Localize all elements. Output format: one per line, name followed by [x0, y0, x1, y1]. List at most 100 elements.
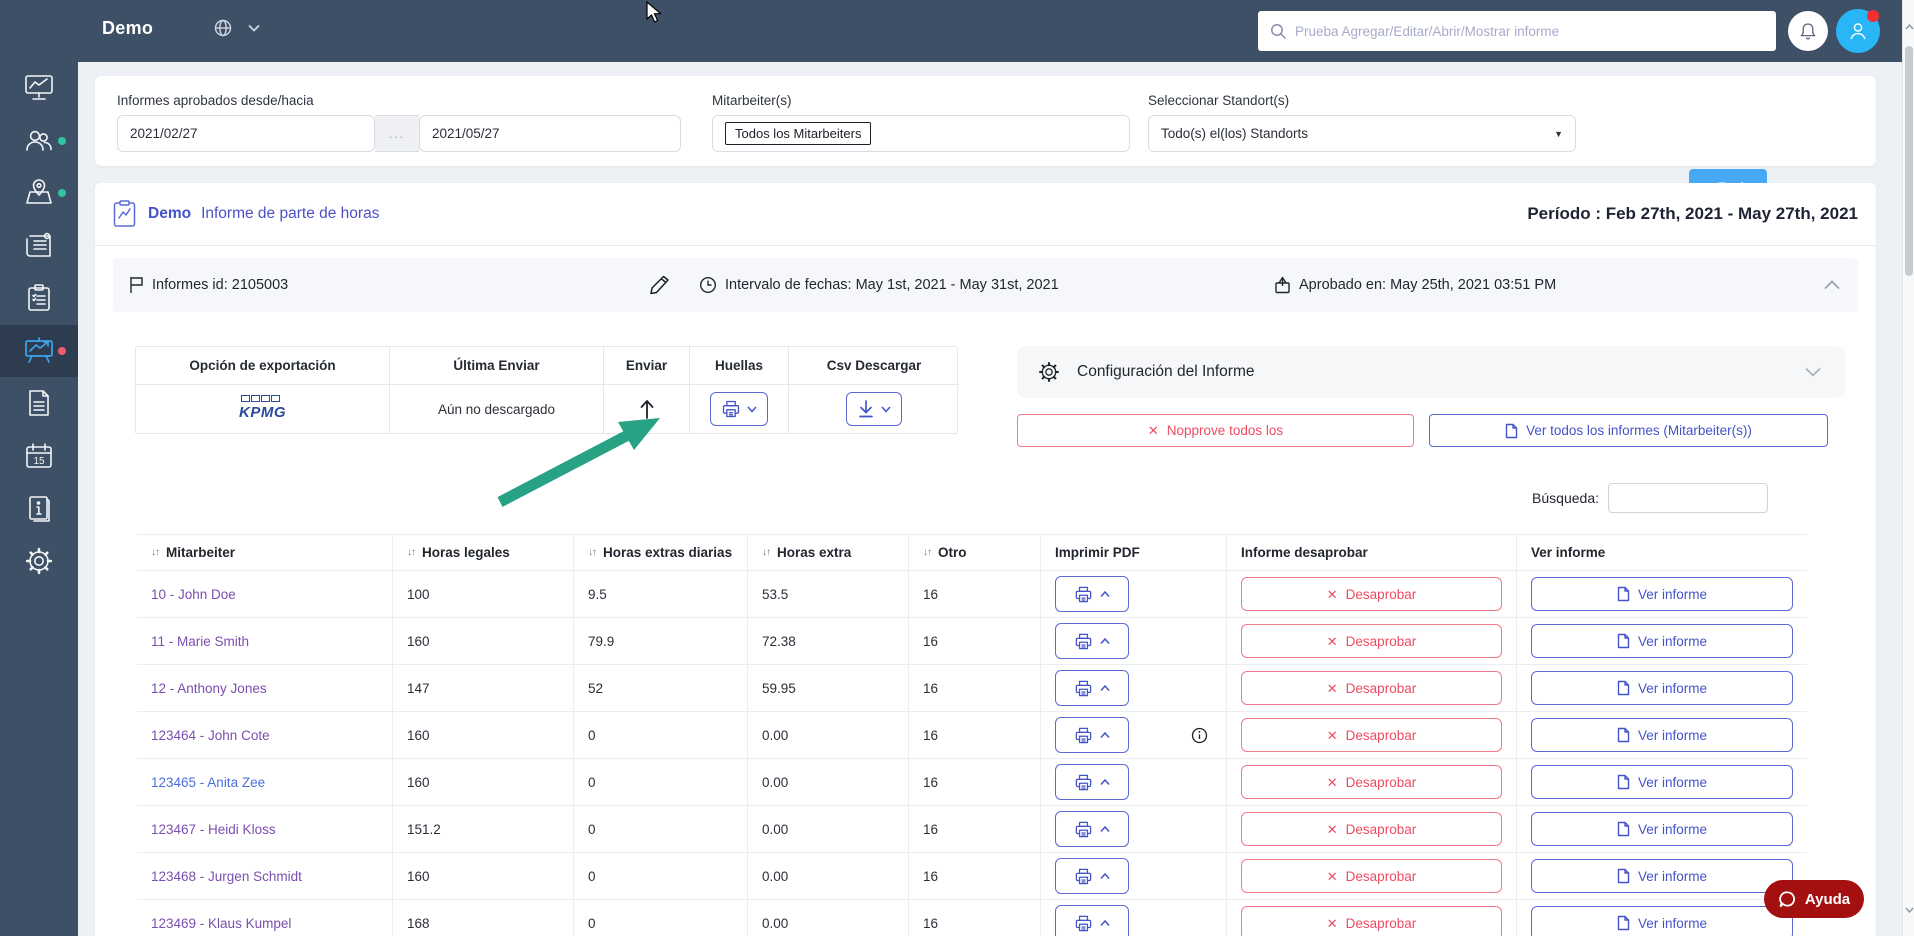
disapprove-button[interactable]: ✕ Desaprobar — [1241, 859, 1502, 893]
sidebar-item-settings[interactable] — [0, 535, 78, 588]
global-search[interactable] — [1258, 11, 1776, 51]
search-input[interactable] — [1295, 23, 1764, 39]
sort-icon[interactable]: ↓↑ — [407, 547, 416, 558]
sort-icon[interactable]: ↓↑ — [588, 547, 597, 558]
date-from-input[interactable]: 2021/02/27 — [117, 115, 375, 152]
cell-horas-extra: 0.00 — [747, 900, 908, 936]
sort-icon[interactable]: ↓↑ — [923, 547, 932, 558]
disapprove-button[interactable]: ✕ Desaprobar — [1241, 906, 1502, 936]
sidebar-item-guide[interactable] — [0, 482, 78, 535]
print-pdf-dropdown-button[interactable] — [1055, 576, 1129, 612]
notifications-button[interactable] — [1788, 11, 1828, 51]
employee-link[interactable]: 123469 - Klaus Kumpel — [151, 916, 291, 931]
chat-bubble-icon — [1778, 890, 1797, 909]
sidebar-item-tasks[interactable] — [0, 272, 78, 325]
sort-icon[interactable]: ↓↑ — [762, 547, 771, 558]
disapprove-button[interactable]: ✕ Desaprobar — [1241, 718, 1502, 752]
bell-icon — [1798, 21, 1818, 41]
document-icon — [1617, 774, 1630, 790]
employees-chip[interactable]: Todos los Mitarbeiters — [725, 122, 872, 145]
print-pdf-dropdown-button[interactable] — [1055, 811, 1129, 847]
employees-input[interactable]: Todos los Mitarbeiters — [712, 115, 1130, 152]
language-globe-icon[interactable] — [212, 17, 234, 39]
upload-icon[interactable] — [639, 398, 655, 420]
sort-icon[interactable]: ↓↑ — [151, 547, 160, 558]
employee-link[interactable]: 123468 - Jurgen Schmidt — [151, 869, 302, 884]
print-pdf-dropdown-button[interactable] — [1055, 623, 1129, 659]
employee-link[interactable]: 12 - Anthony Jones — [151, 681, 267, 696]
table-row: 11 - Marie Smith 160 79.9 72.38 16 ✕ Des… — [137, 618, 1807, 665]
disapprove-button[interactable]: ✕ Desaprobar — [1241, 812, 1502, 846]
col-header-informe-desaprobar: Informe desaprobar — [1226, 535, 1516, 570]
search-icon — [1270, 23, 1287, 40]
chevron-down-icon — [747, 406, 757, 413]
col-header-horas-extras-diarias[interactable]: ↓↑ Horas extras diarias — [573, 535, 747, 570]
sidebar-item-reports[interactable] — [0, 324, 78, 377]
disapprove-button[interactable]: ✕ Desaprobar — [1241, 765, 1502, 799]
col-header-mitarbeiter[interactable]: ↓↑ Mitarbeiter — [137, 535, 392, 570]
employee-link[interactable]: 123464 - John Cote — [151, 728, 270, 743]
col-header-horas-legales[interactable]: ↓↑ Horas legales — [392, 535, 573, 570]
print-pdf-dropdown-button[interactable] — [1055, 717, 1129, 753]
print-pdf-dropdown-button[interactable] — [1055, 670, 1129, 706]
view-report-button[interactable]: Ver informe — [1531, 577, 1793, 611]
view-report-button[interactable]: Ver informe — [1531, 671, 1793, 705]
document-icon — [1505, 423, 1518, 439]
edit-pencil-icon[interactable] — [649, 274, 671, 296]
scroll-up-icon[interactable] — [1903, 20, 1914, 34]
locations-icon — [23, 177, 55, 209]
employees-label: Mitarbeiter(s) — [712, 93, 792, 108]
sidebar-badge — [58, 136, 66, 145]
sidebar-item-calendar[interactable]: 15 — [0, 430, 78, 483]
location-select[interactable]: Todo(s) el(los) Standorts ▼ — [1148, 115, 1576, 152]
news-icon — [23, 230, 55, 262]
sidebar-item-locations[interactable] — [0, 167, 78, 220]
disapprove-button[interactable]: ✕ Desaprobar — [1241, 624, 1502, 658]
user-avatar[interactable] — [1836, 9, 1880, 53]
help-button[interactable]: Ayuda — [1764, 880, 1864, 918]
csv-download-dropdown-button[interactable] — [846, 392, 902, 426]
view-report-button[interactable]: Ver informe — [1531, 624, 1793, 658]
date-to-input[interactable]: 2021/05/27 — [419, 115, 681, 152]
cell-horas-extras-diarias: 0 — [573, 759, 747, 805]
filter-panel: Informes aprobados desde/hacia 2021/02/2… — [95, 76, 1876, 206]
config-chevron-down-icon[interactable] — [1805, 367, 1821, 377]
view-report-button[interactable]: Ver informe — [1531, 718, 1793, 752]
disapprove-button[interactable]: ✕ Desaprobar — [1241, 577, 1502, 611]
print-pdf-dropdown-button[interactable] — [1055, 764, 1129, 800]
sidebar-item-users[interactable] — [0, 115, 78, 168]
location-label: Seleccionar Standort(s) — [1148, 93, 1290, 108]
collapse-chevron-up-icon[interactable] — [1824, 280, 1840, 290]
view-report-button[interactable]: Ver informe — [1531, 859, 1793, 893]
view-report-button[interactable]: Ver informe — [1531, 765, 1793, 799]
cell-otro: 16 — [908, 853, 1040, 899]
sidebar-item-news[interactable] — [0, 220, 78, 273]
disapprove-button[interactable]: ✕ Desaprobar — [1241, 671, 1502, 705]
disapprove-all-button[interactable]: ✕ Nopprove todos los — [1017, 414, 1414, 447]
employee-link[interactable]: 123467 - Heidi Kloss — [151, 822, 276, 837]
info-icon[interactable] — [1191, 727, 1208, 744]
scroll-down-icon[interactable] — [1903, 903, 1914, 917]
print-pdf-dropdown-button[interactable] — [1055, 858, 1129, 894]
col-header-otro[interactable]: ↓↑ Otro — [908, 535, 1040, 570]
report-config-panel[interactable]: Configuración del Informe — [1017, 346, 1845, 398]
view-report-button[interactable]: Ver informe — [1531, 812, 1793, 846]
print-dropdown-button[interactable] — [710, 392, 768, 426]
scrollbar-thumb[interactable] — [1905, 46, 1913, 276]
sidebar-item-documents[interactable] — [0, 377, 78, 430]
sidebar-item-dashboard[interactable] — [0, 62, 78, 115]
print-pdf-dropdown-button[interactable] — [1055, 905, 1129, 936]
col-header-horas-extra[interactable]: ↓↑ Horas extra — [747, 535, 908, 570]
employee-link[interactable]: 11 - Marie Smith — [151, 634, 249, 649]
cell-horas-extra: 72.38 — [747, 618, 908, 664]
language-chevron-down-icon[interactable] — [248, 24, 260, 32]
report-brand: Demo — [148, 205, 192, 222]
view-report-button[interactable]: Ver informe — [1531, 906, 1793, 936]
table-search-input[interactable] — [1608, 483, 1768, 513]
send-upload-cell[interactable] — [603, 385, 689, 433]
view-all-reports-button[interactable]: Ver todos los informes (Mitarbeiter(s)) — [1429, 414, 1828, 447]
printer-icon — [1074, 867, 1093, 886]
employee-link[interactable]: 123465 - Anita Zee — [151, 775, 265, 790]
employee-link[interactable]: 10 - John Doe — [151, 587, 236, 602]
vertical-scrollbar[interactable] — [1902, 0, 1914, 936]
